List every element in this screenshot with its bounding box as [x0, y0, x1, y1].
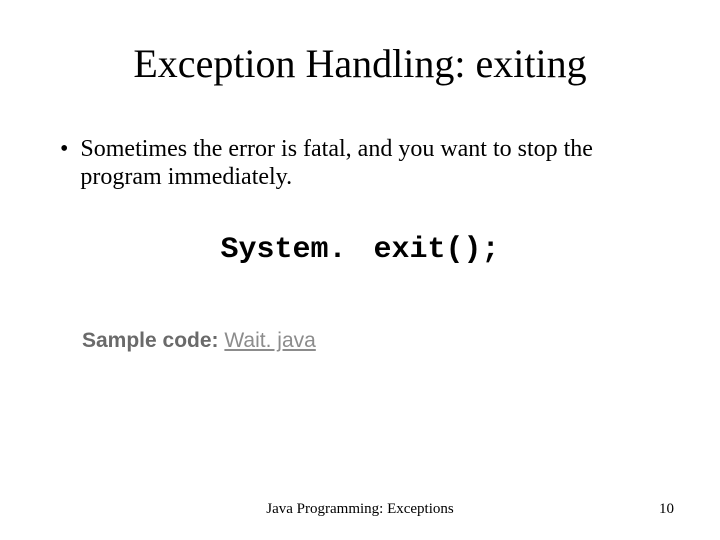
sample-code-label: Sample code:: [82, 329, 224, 352]
sample-code-link[interactable]: Wait. java: [224, 329, 315, 352]
page-number: 10: [659, 501, 674, 518]
footer-text: Java Programming: Exceptions: [0, 501, 720, 518]
bullet-marker: •: [60, 135, 68, 163]
slide: Exception Handling: exiting • Sometimes …: [0, 0, 720, 540]
bullet-text: Sometimes the error is fatal, and you wa…: [80, 135, 640, 191]
slide-title: Exception Handling: exiting: [50, 40, 670, 87]
sample-code-line: Sample code: Wait. java: [82, 329, 670, 353]
bullet-item: • Sometimes the error is fatal, and you …: [60, 135, 670, 191]
code-snippet: System. exit();: [50, 233, 670, 267]
